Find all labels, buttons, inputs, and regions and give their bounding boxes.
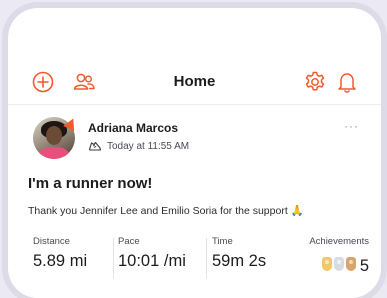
stat-value: 5.89 mi <box>33 252 88 270</box>
post-meta: Today at 11:55 AM <box>88 140 189 152</box>
trophy-icon <box>321 257 332 271</box>
phone-frame: Home Adriana Marcos Today at 11:55 AM ··… <box>8 8 381 298</box>
post-timestamp: Today at 11:55 AM <box>107 140 190 152</box>
avatar-shirt <box>39 147 69 159</box>
bell-icon[interactable] <box>336 70 358 94</box>
stat-distance: Distance 5.89 mi <box>33 236 87 271</box>
trophy-icon <box>333 257 344 271</box>
stat-divider <box>206 238 207 278</box>
stat-pace: Pace 10:01 /mi <box>118 236 186 271</box>
trophy-icon <box>345 257 356 271</box>
gear-icon[interactable] <box>303 70 327 94</box>
stat-time: Time 59m 2s <box>212 236 266 271</box>
more-options-button[interactable]: ··· <box>344 119 359 133</box>
avatar-face <box>46 126 62 145</box>
stat-label: Distance <box>33 236 70 247</box>
stat-achievements[interactable]: Achievements 5 <box>309 236 369 276</box>
running-shoe-icon <box>88 140 102 152</box>
stat-divider <box>113 238 114 278</box>
stat-value: 10:01 /mi <box>118 252 186 270</box>
achievement-trophies: 5 <box>309 252 369 276</box>
post-title: I'm a runner now! <box>28 175 153 192</box>
post-body: Thank you Jennifer Lee and Emilio Soria … <box>28 205 304 217</box>
top-bar: Home <box>8 60 381 105</box>
author-name[interactable]: Adriana Marcos <box>88 121 178 135</box>
stat-value: 59m 2s <box>212 252 267 270</box>
stat-label: Pace <box>118 236 140 247</box>
stat-label: Achievements <box>309 236 369 247</box>
stat-label: Time <box>212 236 233 247</box>
achievements-count: 5 <box>359 257 369 275</box>
